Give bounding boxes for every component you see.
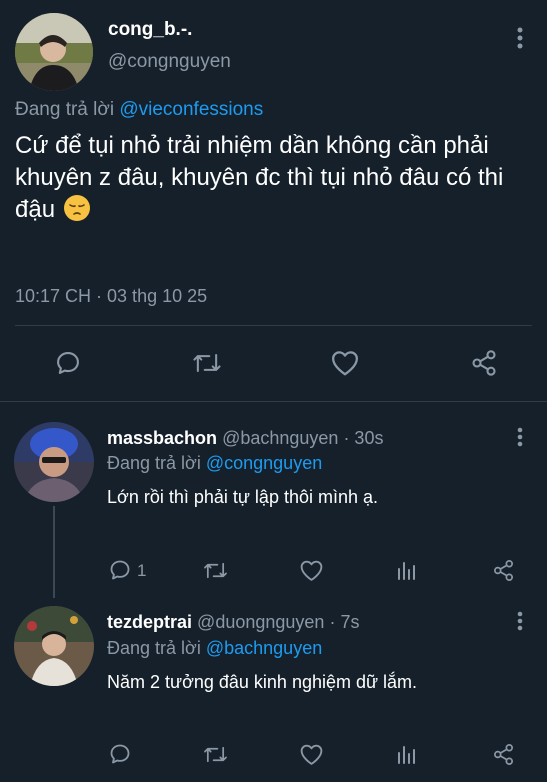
retweet-icon[interactable] <box>189 345 225 381</box>
thread-connector <box>53 506 55 598</box>
share-icon[interactable] <box>489 556 517 584</box>
reply-header: massbachon @bachnguyen · 30s <box>107 428 383 449</box>
reply-time[interactable]: · 7s <box>329 612 359 632</box>
reply-time[interactable]: · 30s <box>343 428 383 448</box>
analytics-bar-chart-icon[interactable] <box>393 556 421 584</box>
reply-to-mention[interactable]: @congnguyen <box>206 453 322 473</box>
tweet-timestamp[interactable]: 10:17 CH · 03 thg 10 25 <box>15 286 207 307</box>
reply-display-name[interactable]: tezdeptrai <box>107 612 192 632</box>
reply-icon[interactable] <box>50 345 86 381</box>
divider <box>15 325 532 326</box>
reply-context: Đang trả lời @vieconfessions <box>15 99 263 121</box>
reply-handle[interactable]: @bachnguyen <box>222 428 338 448</box>
pensive-face-emoji <box>63 195 90 221</box>
reply-prefix: Đang trả lời <box>15 99 115 120</box>
retweet-icon[interactable] <box>200 556 230 584</box>
reply-to-mention[interactable]: @vieconfessions <box>119 99 263 120</box>
reply-to-mention[interactable]: @bachnguyen <box>206 638 322 658</box>
like-heart-icon[interactable] <box>327 345 363 381</box>
tweet-text: Cứ để tụi nhỏ trải nhiệm dần không cần p… <box>15 130 535 226</box>
reply-prefix: Đang trả lời <box>107 638 201 658</box>
author-display-name[interactable]: cong_b.-. <box>108 19 192 41</box>
more-options-icon[interactable] <box>510 610 530 632</box>
reply-avatar[interactable] <box>14 422 94 502</box>
reply-count: 1 <box>137 561 147 580</box>
reply-avatar[interactable] <box>14 606 94 686</box>
like-heart-icon[interactable] <box>297 740 325 768</box>
reply-text: Lớn rồi thì phải tự lập thôi mình ạ. <box>107 487 379 507</box>
share-icon[interactable] <box>466 345 502 381</box>
more-options-icon[interactable] <box>510 426 530 448</box>
author-handle[interactable]: @congnguyen <box>108 51 231 73</box>
reply-icon[interactable] <box>106 740 134 768</box>
analytics-bar-chart-icon[interactable] <box>393 740 421 768</box>
reply-icon[interactable] <box>106 556 134 584</box>
more-options-icon[interactable] <box>510 26 530 50</box>
reply-prefix: Đang trả lời <box>107 453 201 473</box>
share-icon[interactable] <box>489 740 517 768</box>
retweet-icon[interactable] <box>200 740 230 768</box>
like-heart-icon[interactable] <box>297 556 325 584</box>
reply-context: Đang trả lời @congnguyen <box>107 453 322 474</box>
reply-header: tezdeptrai @duongnguyen · 7s <box>107 612 359 633</box>
reply-display-name[interactable]: massbachon <box>107 428 217 448</box>
reply-text: Năm 2 tưởng đâu kinh nghiệm dữ lắm. <box>107 672 418 692</box>
section-divider <box>0 401 547 402</box>
reply-handle[interactable]: @duongnguyen <box>197 612 324 632</box>
main-avatar[interactable] <box>15 13 93 91</box>
reply-context: Đang trả lời @bachnguyen <box>107 638 322 659</box>
